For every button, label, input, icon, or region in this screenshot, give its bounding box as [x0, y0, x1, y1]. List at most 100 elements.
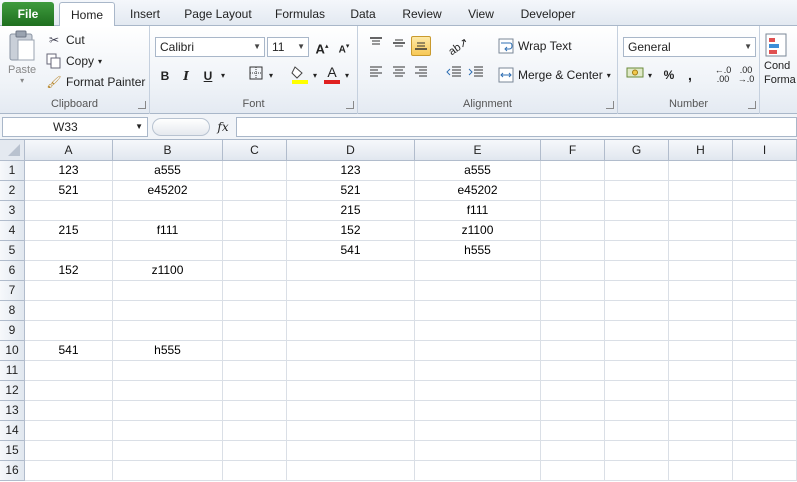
cell-i1[interactable] [733, 161, 797, 181]
row-header-2[interactable]: 2 [0, 181, 25, 201]
name-box[interactable]: W33 ▼ [2, 117, 148, 137]
align-center-button[interactable] [389, 65, 409, 85]
tab-formulas[interactable]: Formulas [266, 4, 334, 26]
format-painter-button[interactable]: 🖌 Format Painter [46, 74, 145, 90]
row-header-11[interactable]: 11 [0, 361, 25, 381]
cell-c7[interactable] [223, 281, 287, 301]
cell-i8[interactable] [733, 301, 797, 321]
cell-h6[interactable] [669, 261, 733, 281]
decrease-indent-button[interactable] [444, 65, 464, 85]
cell-d7[interactable] [287, 281, 415, 301]
cell-h4[interactable] [669, 221, 733, 241]
cell-d15[interactable] [287, 441, 415, 461]
cut-button[interactable]: ✂ Cut [46, 32, 85, 48]
formula-input[interactable] [236, 117, 797, 137]
cell-b12[interactable] [113, 381, 223, 401]
cell-a9[interactable] [25, 321, 113, 341]
cell-h14[interactable] [669, 421, 733, 441]
wrap-text-button[interactable]: Wrap Text [498, 38, 572, 54]
row-header-14[interactable]: 14 [0, 421, 25, 441]
cell-d5[interactable]: 541 [287, 241, 415, 261]
row-header-10[interactable]: 10 [0, 341, 25, 361]
cell-b3[interactable] [113, 201, 223, 221]
conditional-formatting-button[interactable]: Cond Forma [764, 32, 796, 86]
cell-c6[interactable] [223, 261, 287, 281]
increase-decimal-button[interactable]: ←.0.00 [712, 65, 734, 85]
cell-h16[interactable] [669, 461, 733, 481]
cell-c9[interactable] [223, 321, 287, 341]
cell-g14[interactable] [605, 421, 669, 441]
cell-c13[interactable] [223, 401, 287, 421]
cell-a2[interactable]: 521 [25, 181, 113, 201]
cell-d4[interactable]: 152 [287, 221, 415, 241]
cell-i12[interactable] [733, 381, 797, 401]
cell-e1[interactable]: a555 [415, 161, 541, 181]
fill-color-button[interactable] [290, 64, 310, 84]
cell-i5[interactable] [733, 241, 797, 261]
cell-e10[interactable] [415, 341, 541, 361]
cell-a13[interactable] [25, 401, 113, 421]
borders-button[interactable] [246, 66, 266, 86]
cell-g6[interactable] [605, 261, 669, 281]
cell-c11[interactable] [223, 361, 287, 381]
align-middle-button[interactable] [389, 36, 409, 56]
tab-review[interactable]: Review [393, 4, 451, 26]
cell-a4[interactable]: 215 [25, 221, 113, 241]
cell-f2[interactable] [541, 181, 605, 201]
cell-c14[interactable] [223, 421, 287, 441]
accounting-dropdown-icon[interactable]: ▾ [645, 66, 655, 86]
cell-f15[interactable] [541, 441, 605, 461]
cell-h8[interactable] [669, 301, 733, 321]
italic-button[interactable]: I [176, 66, 196, 86]
cell-f6[interactable] [541, 261, 605, 281]
tab-developer[interactable]: Developer [511, 4, 585, 26]
cell-b5[interactable] [113, 241, 223, 261]
cell-i14[interactable] [733, 421, 797, 441]
cell-c8[interactable] [223, 301, 287, 321]
align-left-button[interactable] [366, 65, 386, 85]
row-header-15[interactable]: 15 [0, 441, 25, 461]
cell-d1[interactable]: 123 [287, 161, 415, 181]
cell-h13[interactable] [669, 401, 733, 421]
cell-a15[interactable] [25, 441, 113, 461]
copy-button[interactable]: Copy ▾ [46, 53, 102, 69]
grow-font-button[interactable]: A▴ [312, 37, 332, 57]
fill-color-dropdown-icon[interactable]: ▾ [310, 66, 320, 86]
cell-h10[interactable] [669, 341, 733, 361]
cell-i16[interactable] [733, 461, 797, 481]
cell-a3[interactable] [25, 201, 113, 221]
cell-h9[interactable] [669, 321, 733, 341]
cell-c16[interactable] [223, 461, 287, 481]
tab-file[interactable]: File [2, 2, 54, 26]
merge-center-button[interactable]: Merge & Center ▾ [498, 67, 611, 83]
cell-f13[interactable] [541, 401, 605, 421]
cell-d12[interactable] [287, 381, 415, 401]
cell-h11[interactable] [669, 361, 733, 381]
clipboard-launcher-icon[interactable] [138, 101, 146, 109]
cell-i10[interactable] [733, 341, 797, 361]
cell-e15[interactable] [415, 441, 541, 461]
cell-h15[interactable] [669, 441, 733, 461]
percent-style-button[interactable]: % [659, 65, 679, 85]
column-header-b[interactable]: B [113, 140, 223, 161]
cell-g12[interactable] [605, 381, 669, 401]
cell-a14[interactable] [25, 421, 113, 441]
cell-h12[interactable] [669, 381, 733, 401]
cell-f5[interactable] [541, 241, 605, 261]
cell-c15[interactable] [223, 441, 287, 461]
row-header-5[interactable]: 5 [0, 241, 25, 261]
paste-button[interactable]: Paste ▾ [8, 30, 36, 85]
row-header-3[interactable]: 3 [0, 201, 25, 221]
tab-data[interactable]: Data [340, 4, 386, 26]
cell-i6[interactable] [733, 261, 797, 281]
cell-i4[interactable] [733, 221, 797, 241]
cell-h7[interactable] [669, 281, 733, 301]
cell-i2[interactable] [733, 181, 797, 201]
cell-a12[interactable] [25, 381, 113, 401]
cell-b9[interactable] [113, 321, 223, 341]
cell-c12[interactable] [223, 381, 287, 401]
column-header-h[interactable]: H [669, 140, 733, 161]
cell-f12[interactable] [541, 381, 605, 401]
cell-f10[interactable] [541, 341, 605, 361]
cell-a7[interactable] [25, 281, 113, 301]
